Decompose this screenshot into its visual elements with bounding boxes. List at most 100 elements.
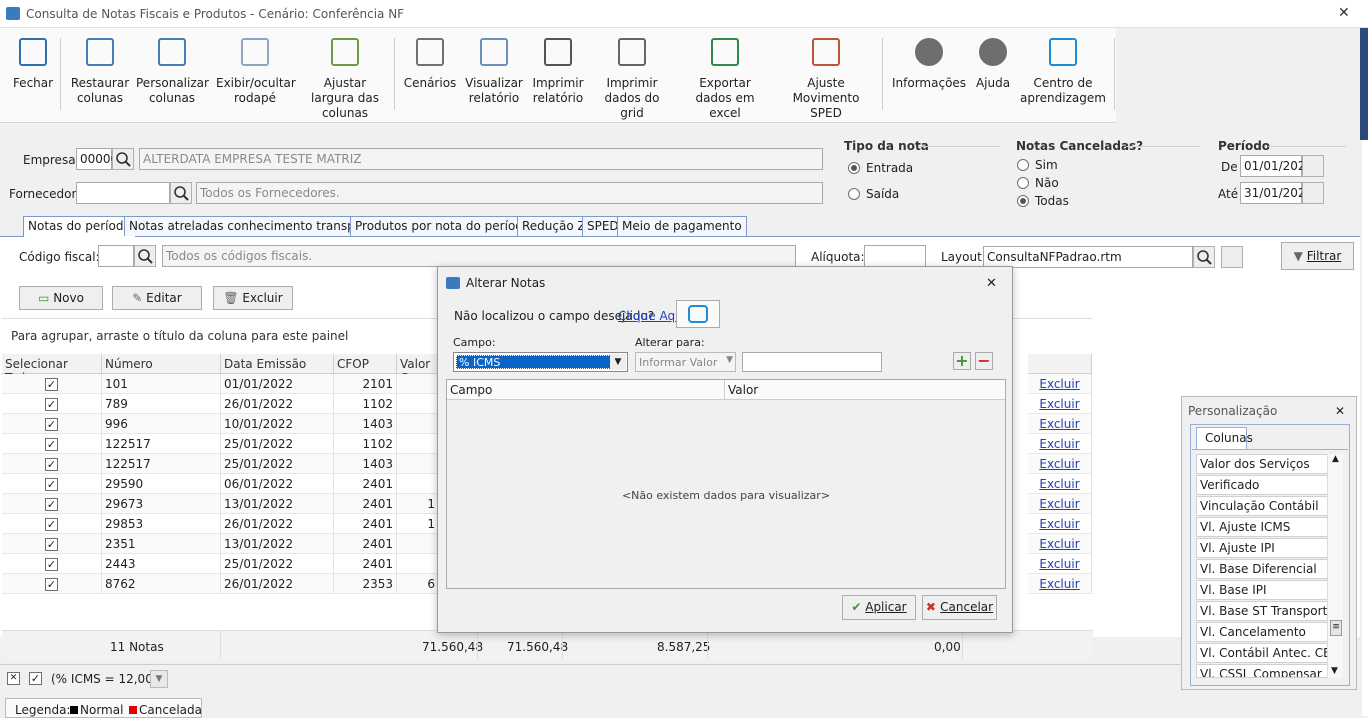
remove-icon[interactable]: − [975, 352, 993, 370]
ribbon-footer-toggle-button[interactable]: Exibir/ocultar rodapé [216, 34, 296, 106]
tab-produtos[interactable]: Produtos por nota do período [350, 216, 536, 236]
fornecedor-search-button[interactable] [170, 182, 192, 204]
tab-colunas[interactable]: Colunas [1196, 427, 1253, 449]
table-row-select[interactable]: ✓ [2, 374, 102, 394]
excluir-link[interactable]: Excluir [1039, 457, 1079, 471]
de-date-input[interactable]: 01/01/2022 [1240, 155, 1313, 177]
codigo-search-button[interactable] [134, 245, 156, 267]
close-icon[interactable]: ✕ [986, 276, 997, 291]
sim-radio[interactable] [1017, 159, 1029, 171]
add-icon[interactable]: + [953, 352, 971, 370]
codigo-fiscal-input[interactable] [98, 245, 134, 267]
column-header[interactable]: Selecionar Todos [2, 354, 102, 385]
row-checkbox[interactable]: ✓ [45, 518, 58, 531]
column-list-item[interactable]: Vl. Base Diferencial [1196, 559, 1328, 579]
column-list-item[interactable]: Vl. Cancelamento [1196, 622, 1328, 642]
layout-search-button[interactable] [1193, 246, 1215, 268]
ribbon-print-report-button[interactable]: Imprimir relatório [530, 34, 586, 106]
filter-enabled-checkbox[interactable]: ✓ [29, 672, 42, 685]
cancelar-button[interactable]: ✖ Cancelar [922, 595, 997, 620]
alterar-select[interactable]: Informar Valor ▼ [635, 352, 736, 372]
tab-notas-periodo[interactable]: Notas do período [23, 216, 136, 237]
row-checkbox[interactable]: ✓ [45, 558, 58, 571]
calendar-icon[interactable] [1302, 155, 1324, 177]
learning-center-button[interactable] [676, 300, 720, 328]
ribbon-sped-adjust-button[interactable]: Ajuste Movimento SPED [776, 34, 876, 121]
aliquota-input[interactable] [864, 245, 926, 267]
empresa-code-input[interactable]: 00006 [76, 148, 118, 170]
ribbon-exit-button[interactable]: Fechar [8, 34, 58, 91]
layout-input[interactable]: ConsultaNFPadrao.rtm [983, 246, 1193, 268]
ribbon-help-button[interactable]: Ajuda [972, 34, 1014, 91]
excluir-link[interactable]: Excluir [1039, 497, 1079, 511]
column-list-item[interactable]: Vl. Base IPI [1196, 580, 1328, 600]
excluir-button[interactable]: 🗑 Excluir [213, 286, 293, 310]
column-header[interactable]: Data Emissão [221, 354, 334, 374]
calendar-icon[interactable] [1302, 182, 1324, 204]
tab-notas-atreladas[interactable]: Notas atreladas conhecimento transporte [124, 216, 385, 236]
novo-button[interactable]: ▭ Novo [19, 286, 103, 310]
table-row-select[interactable]: ✓ [2, 454, 102, 474]
row-checkbox[interactable]: ✓ [45, 578, 58, 591]
nao-radio[interactable] [1017, 177, 1029, 189]
row-checkbox[interactable]: ✓ [45, 478, 58, 491]
column-list-item[interactable]: Vinculação Contábil [1196, 496, 1328, 516]
excluir-link[interactable]: Excluir [1039, 417, 1079, 431]
excluir-link[interactable]: Excluir [1039, 477, 1079, 491]
campo-select[interactable]: % ICMS ▼ [453, 352, 628, 372]
ribbon-adjust-width-button[interactable]: Ajustar largura das colunas [302, 34, 388, 121]
ribbon-info-button[interactable]: Informações [892, 34, 966, 91]
ate-date-input[interactable]: 31/01/2022 [1240, 182, 1313, 204]
column-header[interactable]: CFOP [334, 354, 397, 374]
empresa-search-button[interactable] [112, 148, 134, 170]
valor-input[interactable] [742, 352, 882, 372]
edit-layout-icon[interactable] [1221, 246, 1243, 268]
ribbon-excel-export-button[interactable]: Exportar dados em excel [682, 34, 768, 121]
ribbon-scenarios-button[interactable]: Cenários [402, 34, 458, 91]
row-checkbox[interactable]: ✓ [45, 498, 58, 511]
excluir-link[interactable]: Excluir [1039, 577, 1079, 591]
excluir-link[interactable]: Excluir [1039, 537, 1079, 551]
tab-reducao-z[interactable]: Redução Z [517, 216, 591, 236]
entrada-radio[interactable] [848, 162, 860, 174]
ribbon-customize-columns-button[interactable]: Personalizar colunas [136, 34, 209, 106]
excluir-link[interactable]: Excluir [1039, 437, 1079, 451]
ribbon-preview-report-button[interactable]: Visualizar relatório [464, 34, 524, 106]
todas-radio[interactable] [1017, 195, 1029, 207]
close-window-button[interactable]: ✕ [1338, 5, 1350, 21]
clear-filter-button[interactable]: ✕ [7, 672, 20, 685]
column-list-item[interactable]: Vl. Ajuste IPI [1196, 538, 1328, 558]
table-row-select[interactable]: ✓ [2, 434, 102, 454]
table-row-select[interactable]: ✓ [2, 414, 102, 434]
table-row-select[interactable]: ✓ [2, 574, 102, 594]
table-row-select[interactable]: ✓ [2, 514, 102, 534]
column-list-item[interactable]: Verificado [1196, 475, 1328, 495]
ribbon-print-grid-button[interactable]: Imprimir dados do grid [594, 34, 670, 121]
column-header[interactable]: Número [102, 354, 221, 374]
table-row-select[interactable]: ✓ [2, 554, 102, 574]
column-list-item[interactable]: Vl. Contábil Antec. CE [1196, 643, 1328, 663]
excluir-link[interactable]: Excluir [1039, 557, 1079, 571]
column-list-item[interactable]: Vl. CSSL Compensar [1196, 664, 1328, 678]
excluir-link[interactable]: Excluir [1039, 397, 1079, 411]
column-list-item[interactable]: Valor dos Serviços [1196, 454, 1328, 474]
aplicar-button[interactable]: ✔ Aplicar [842, 595, 916, 620]
table-row-select[interactable]: ✓ [2, 394, 102, 414]
row-checkbox[interactable]: ✓ [45, 378, 58, 391]
excluir-link[interactable]: Excluir [1039, 517, 1079, 531]
row-checkbox[interactable]: ✓ [45, 538, 58, 551]
table-row-select[interactable]: ✓ [2, 534, 102, 554]
scrollbar[interactable]: ▲ ≡ ▼ [1327, 454, 1343, 678]
filtrar-button[interactable]: ▼ Filtrar [1281, 242, 1354, 270]
table-row-select[interactable]: ✓ [2, 474, 102, 494]
ribbon-restore-columns-button[interactable]: Restaurar colunas [68, 34, 132, 106]
close-icon[interactable]: ✕ [1335, 404, 1345, 418]
editar-button[interactable]: ✎ Editar [112, 286, 202, 310]
column-list-item[interactable]: Vl. Ajuste ICMS [1196, 517, 1328, 537]
fornecedor-code-input[interactable] [76, 182, 170, 204]
ribbon-learning-center-button[interactable]: Centro de aprendizagem [1020, 34, 1106, 106]
filter-dropdown-icon[interactable]: ▼ [150, 670, 168, 688]
row-checkbox[interactable]: ✓ [45, 398, 58, 411]
column-list-item[interactable]: Vl. Base ST Transporte [1196, 601, 1328, 621]
column-header[interactable] [1028, 354, 1092, 374]
